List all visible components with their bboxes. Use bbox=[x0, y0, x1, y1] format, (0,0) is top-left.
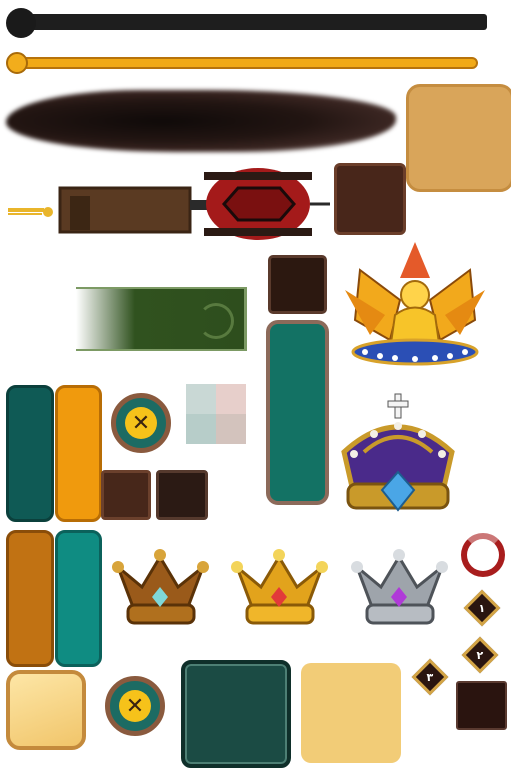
golden-winged-emblem-icon bbox=[345, 242, 485, 366]
brown-tile bbox=[334, 163, 406, 235]
orange-vertical-button[interactable] bbox=[55, 385, 102, 522]
brown-tile-a bbox=[101, 470, 151, 520]
red-brush-ring bbox=[461, 533, 505, 577]
close-x-icon: ✕ bbox=[119, 690, 151, 722]
green-title-panel bbox=[76, 287, 247, 351]
cream-tile-button[interactable] bbox=[6, 670, 86, 750]
dark-tile-corner bbox=[456, 681, 507, 730]
royal-crown-icon bbox=[341, 393, 455, 512]
teal-vertical-button[interactable] bbox=[6, 385, 54, 522]
tan-tile-large bbox=[301, 663, 401, 763]
ink-brush-banner bbox=[6, 90, 396, 152]
close-x-icon: ✕ bbox=[125, 407, 157, 439]
close-button-2[interactable]: ✕ bbox=[105, 676, 165, 736]
teal-vertical-button-2[interactable] bbox=[55, 530, 102, 667]
gold-crown-icon bbox=[231, 549, 328, 625]
rank-badge-3: ٣ bbox=[411, 658, 449, 696]
dark-slider-knob[interactable] bbox=[6, 8, 36, 38]
dark-slider-track[interactable] bbox=[20, 14, 487, 30]
brown-tile-b bbox=[156, 470, 208, 520]
gold-slider-track[interactable] bbox=[14, 57, 478, 69]
dark-green-panel bbox=[181, 660, 291, 768]
amber-vertical-button[interactable] bbox=[6, 530, 54, 667]
rank-badge-2: ٢ bbox=[461, 636, 499, 674]
lantern-icon bbox=[8, 168, 330, 240]
rank-badge-1: ١ bbox=[463, 589, 501, 627]
gold-slider-knob[interactable] bbox=[6, 52, 28, 74]
bronze-crown-icon bbox=[112, 549, 209, 625]
close-button[interactable]: ✕ bbox=[111, 393, 171, 453]
silver-crown-icon bbox=[351, 549, 448, 625]
dark-brown-tile-small bbox=[268, 255, 327, 314]
swirl-ornament-icon bbox=[198, 303, 234, 339]
teal-vertical-panel bbox=[266, 320, 329, 505]
tan-tile-button[interactable] bbox=[406, 84, 511, 192]
color-swatch-grid bbox=[186, 384, 246, 444]
